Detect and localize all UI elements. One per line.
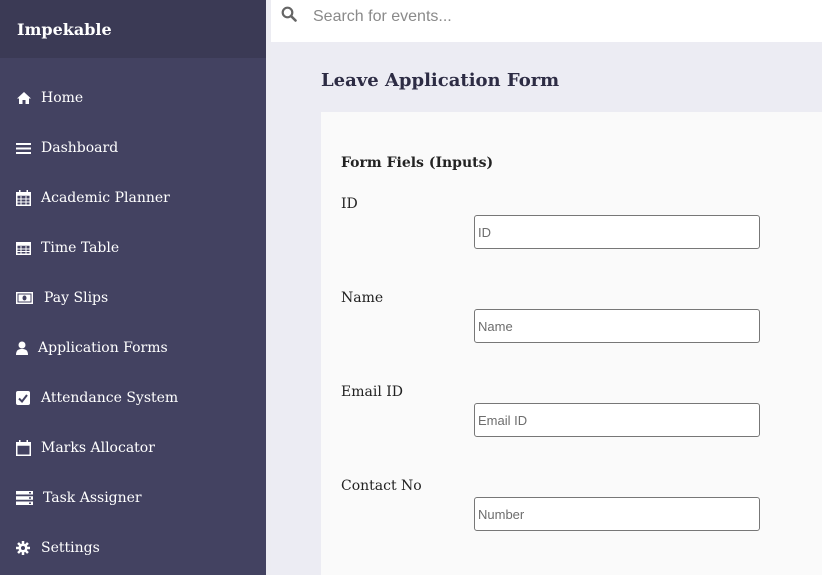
table-icon xyxy=(16,241,36,255)
contact-field[interactable] xyxy=(474,497,760,531)
sidebar-item-attendance-system[interactable]: Attendance System xyxy=(0,383,266,413)
calendar-icon xyxy=(16,440,36,456)
calendar-grid-icon xyxy=(16,190,36,206)
list-icon xyxy=(16,491,36,505)
search-bar xyxy=(271,0,822,42)
sidebar-item-label: Pay Slips xyxy=(44,290,109,306)
sidebar-item-label: Attendance System xyxy=(41,390,179,406)
form-section-title: Form Fiels (Inputs) xyxy=(341,155,494,171)
name-field[interactable] xyxy=(474,309,760,343)
sidebar-item-label: Task Assigner xyxy=(43,490,142,506)
sidebar-item-task-assigner[interactable]: Task Assigner xyxy=(0,483,266,513)
sidebar-item-academic-planner[interactable]: Academic Planner xyxy=(0,183,266,213)
user-icon xyxy=(16,341,33,355)
email-field[interactable] xyxy=(474,403,760,437)
brand-logo[interactable]: Impekable xyxy=(0,0,266,58)
sidebar-item-time-table[interactable]: Time Table xyxy=(0,233,266,263)
sidebar-item-pay-slips[interactable]: Pay Slips xyxy=(0,283,266,313)
sidebar-item-marks-allocator[interactable]: Marks Allocator xyxy=(0,433,266,463)
contact-label: Contact No xyxy=(341,478,422,494)
sidebar-item-label: Settings xyxy=(41,540,100,556)
email-label: Email ID xyxy=(341,384,404,400)
form-card: Form Fiels (Inputs) ID Name Email ID Con… xyxy=(321,112,822,575)
menu-icon xyxy=(16,142,36,155)
sidebar-item-label: Marks Allocator xyxy=(41,440,155,456)
gear-icon xyxy=(16,541,36,555)
name-label: Name xyxy=(341,290,384,306)
sidebar-item-application-forms[interactable]: Application Forms xyxy=(0,333,266,363)
sidebar-item-settings[interactable]: Settings xyxy=(0,533,266,563)
sidebar-item-label: Time Table xyxy=(41,240,120,256)
sidebar-item-dashboard[interactable]: Dashboard xyxy=(0,133,266,163)
sidebar-item-label: Dashboard xyxy=(41,140,119,156)
content-gutter xyxy=(271,112,321,575)
sidebar-item-label: Academic Planner xyxy=(41,190,170,206)
home-icon xyxy=(16,91,36,105)
search-icon[interactable] xyxy=(281,6,297,26)
checkbox-icon xyxy=(16,391,36,405)
search-input[interactable] xyxy=(311,6,795,28)
page-header: Leave Application Form xyxy=(271,42,822,112)
sidebar-item-label: Application Forms xyxy=(38,340,168,356)
id-label: ID xyxy=(341,196,358,212)
sidebar: Impekable Home Dashboard Academic Planne… xyxy=(0,0,266,575)
sidebar-item-home[interactable]: Home xyxy=(0,83,266,113)
sidebar-item-label: Home xyxy=(41,90,84,106)
page-title: Leave Application Form xyxy=(321,70,560,91)
money-icon xyxy=(16,292,36,304)
id-field[interactable] xyxy=(474,215,760,249)
